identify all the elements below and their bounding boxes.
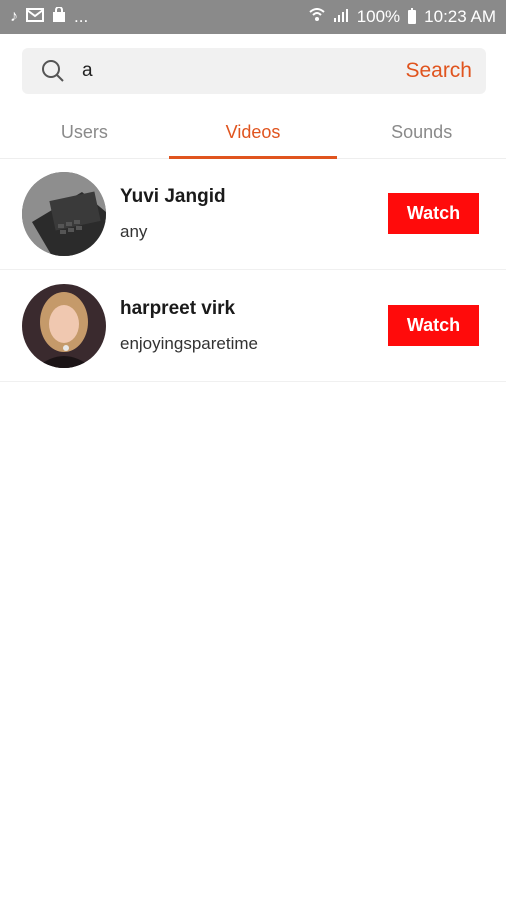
result-subtitle: any (120, 221, 148, 241)
result-text: harpreet virk enjoyingsparetime (120, 298, 258, 354)
status-bar: ♪ ... 100% 10:23 AM (0, 0, 506, 34)
results-list: Yuvi Jangid any Watch harpreet virk enjo… (0, 158, 506, 382)
result-text: Yuvi Jangid any (120, 186, 226, 242)
list-item[interactable]: Yuvi Jangid any Watch (0, 158, 506, 270)
status-left: ♪ ... (10, 5, 89, 28)
battery-icon (408, 8, 417, 24)
search-input[interactable] (80, 59, 406, 83)
search-button[interactable]: Search (405, 59, 472, 83)
notification-dots: ... (74, 7, 89, 26)
watch-button[interactable]: Watch (388, 193, 479, 234)
clock: 10:23 AM (424, 7, 496, 26)
battery-percent: 100% (356, 7, 401, 26)
list-item[interactable]: harpreet virk enjoyingsparetime Watch (0, 270, 506, 382)
watch-button[interactable]: Watch (388, 305, 479, 346)
avatar (22, 171, 106, 256)
tab-users[interactable]: Users (0, 106, 169, 158)
tab-sounds[interactable]: Sounds (337, 106, 506, 158)
result-subtitle: enjoyingsparetime (120, 333, 258, 353)
avatar (22, 283, 106, 368)
tab-videos[interactable]: Videos (168, 106, 338, 159)
status-right: 100% 10:23 AM (309, 7, 496, 27)
shopping-bag-icon (52, 5, 66, 28)
search-icon[interactable] (40, 58, 66, 84)
mail-icon (26, 7, 44, 27)
result-name: harpreet virk (120, 297, 236, 319)
search-bar: Search (22, 48, 486, 94)
tab-bar: Users Videos Sounds (0, 106, 506, 159)
result-name: Yuvi Jangid (120, 185, 226, 207)
tiktok-icon: ♪ (10, 8, 18, 25)
signal-icon (333, 8, 349, 27)
wifi-icon (309, 7, 325, 27)
